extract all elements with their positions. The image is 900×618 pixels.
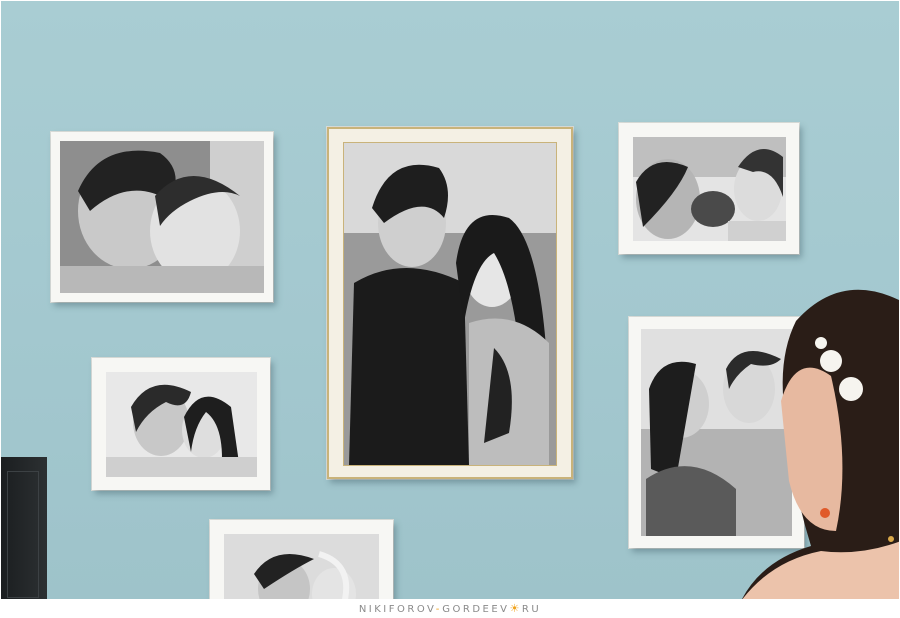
- photo-couple-selfie: [60, 141, 264, 293]
- bride-silhouette: [742, 289, 899, 599]
- photo-couple-by-sea: [344, 143, 556, 465]
- sun-icon: ☀: [509, 602, 522, 615]
- watermark: NIKIFOROV-GORDEEV☀RU: [0, 600, 900, 617]
- photo-frame-center-large: [327, 127, 573, 479]
- photo-couple-with-dog: [633, 137, 786, 241]
- photo-couple-smiling: [106, 372, 257, 477]
- photo-frame-bottom: [210, 520, 393, 599]
- dark-cabinet: [1, 457, 47, 599]
- watermark-part2: GORDEEV: [442, 604, 510, 615]
- cabinet-panel: [7, 471, 39, 598]
- photo-frame-top-right: [619, 123, 799, 254]
- photo-frame-middle-left: [92, 358, 270, 490]
- watermark-part3: RU: [521, 604, 542, 615]
- watermark-part1: NIKIFOROV: [358, 604, 436, 615]
- photo-couple-bottom: [224, 534, 379, 599]
- photo-frame-top-left: [51, 132, 273, 302]
- wall-photo: [1, 1, 899, 599]
